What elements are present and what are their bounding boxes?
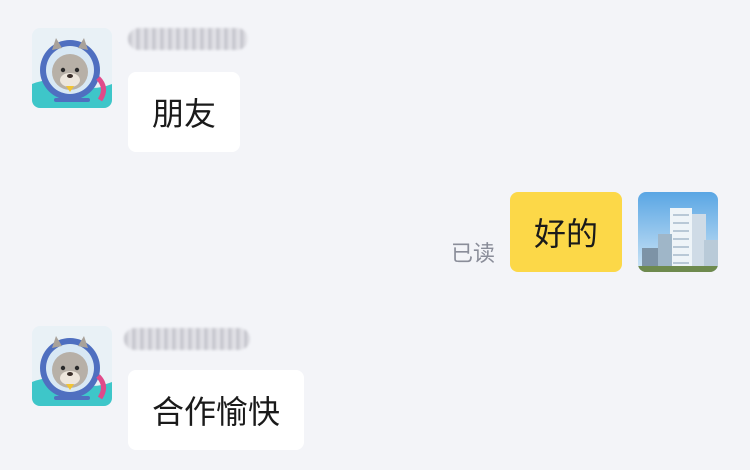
message-text: 合作愉快 — [152, 393, 281, 431]
self-avatar[interactable] — [638, 192, 718, 272]
read-receipt-status: 已读 — [451, 242, 496, 267]
message-text: 朋友 — [152, 95, 217, 133]
message-bubble-incoming[interactable]: 朋友 — [128, 72, 240, 152]
message-bubble-outgoing[interactable]: 好的 — [510, 192, 622, 272]
message-bubble-incoming[interactable]: 合作愉快 — [128, 370, 304, 450]
message-text: 好的 — [534, 215, 599, 253]
sender-name-redacted — [128, 28, 248, 50]
otter-avatar-icon — [32, 326, 112, 406]
otter-avatar-icon — [32, 28, 112, 108]
contact-avatar[interactable] — [32, 28, 112, 108]
city-buildings-icon — [638, 192, 718, 272]
contact-avatar[interactable] — [32, 326, 112, 406]
sender-name-redacted — [124, 328, 250, 350]
